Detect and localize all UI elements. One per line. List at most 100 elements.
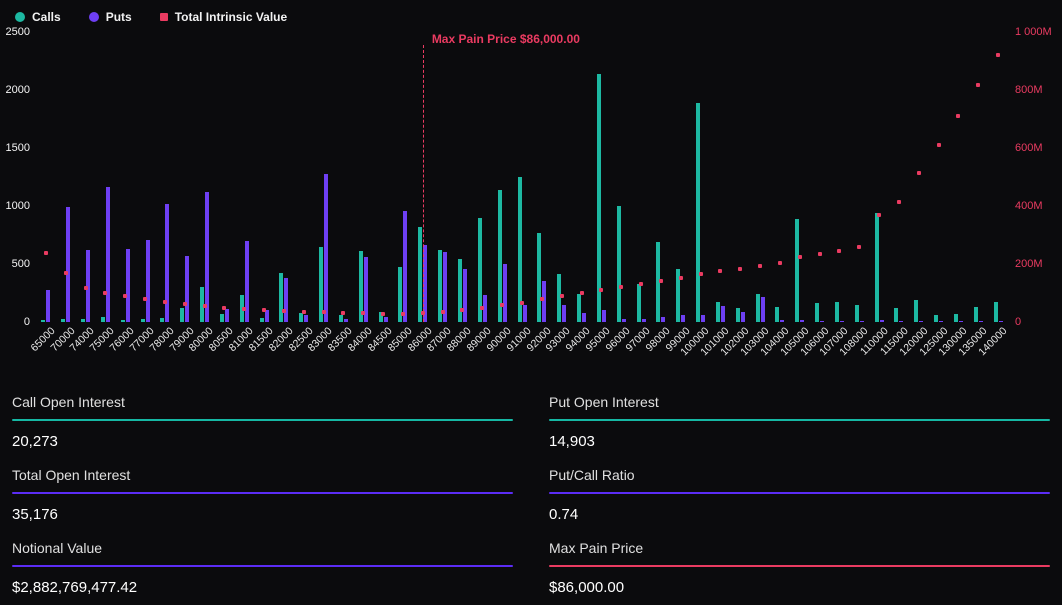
call-bar [220,314,224,322]
max-pain-line [423,45,424,322]
stat-label: Put/Call Ratio [549,467,1050,492]
call-bar [597,74,601,322]
left-axis-tick: 2000 [6,84,30,96]
legend-item-intrinsic[interactable]: Total Intrinsic Value [160,10,287,24]
stat-total-open-interest: Total Open Interest 35,176 [12,459,513,532]
call-bar [994,302,998,322]
call-bar [279,273,283,322]
call-bar [795,219,799,322]
x-axis: 6500070000740007500076000770007800079000… [36,322,1008,380]
left-axis-tick: 2500 [6,26,30,38]
intrinsic-dot [123,294,127,298]
stat-put-open-interest: Put Open Interest 14,903 [549,386,1050,459]
intrinsic-dot [361,311,365,315]
put-bar [582,313,586,322]
stats-grid: Call Open Interest 20,273 Put Open Inter… [0,380,1062,605]
put-bar [542,281,546,322]
right-axis-tick: 800M [1015,84,1043,96]
x-axis-row: 6500070000740007500076000770007800079000… [0,322,1062,380]
put-bar [463,269,467,322]
intrinsic-dot [699,272,703,276]
intrinsic-dot [718,269,722,273]
call-bar [835,302,839,322]
call-bar [894,308,898,322]
intrinsic-dot [560,294,564,298]
options-chart: 05001000150020002500 Max Pain Price $86,… [0,32,1062,322]
put-bar [403,211,407,322]
right-axis-tick: 1 000M [1015,26,1052,38]
stat-label: Notional Value [12,540,513,565]
intrinsic-dot [758,264,762,268]
intrinsic-dot [143,297,147,301]
call-bar [418,227,422,322]
call-bar [537,233,541,322]
right-axis-tick: 600M [1015,142,1043,154]
intrinsic-dot [163,300,167,304]
call-bar [934,315,938,322]
put-bar [741,312,745,322]
stat-value: 20,273 [12,421,513,450]
max-pain-dashboard: Calls Puts Total Intrinsic Value 0500100… [0,0,1062,605]
put-bar [46,290,50,322]
call-bar [577,294,581,322]
intrinsic-dot [322,310,326,314]
put-bar [66,207,70,322]
put-bar [205,192,209,322]
intrinsic-dot [441,310,445,314]
put-bar [146,240,150,322]
intrinsic-dot [401,312,405,316]
put-bar [523,305,527,322]
call-bar [299,313,303,322]
intrinsic-dot [837,249,841,253]
legend-puts-label: Puts [106,10,132,24]
put-bar [106,187,110,322]
call-bar [339,315,343,322]
intrinsic-dot [44,251,48,255]
stat-value: $2,882,769,477.42 [12,567,513,596]
max-pain-annotation: Max Pain Price $86,000.00 [432,32,580,46]
legend-item-calls[interactable]: Calls [15,10,61,24]
call-bar [756,294,760,322]
stat-value: 35,176 [12,494,513,523]
call-bar [974,307,978,322]
right-axis-tick: 400M [1015,200,1043,212]
call-bar [775,307,779,322]
intrinsic-dot [520,301,524,305]
intrinsic-dot [679,276,683,280]
call-bar [736,308,740,322]
intrinsic-dot [203,304,207,308]
stat-label: Max Pain Price [549,540,1050,565]
intrinsic-dot [956,114,960,118]
legend-item-puts[interactable]: Puts [89,10,132,24]
call-bar [180,308,184,322]
put-bar [761,297,765,322]
intrinsic-dot [778,261,782,265]
intrinsic-dot [937,143,941,147]
put-bar [185,256,189,322]
intrinsic-dot [818,252,822,256]
stat-value: 0.74 [549,494,1050,523]
put-bar [503,264,507,322]
put-bar [225,309,229,322]
intrinsic-dot [897,200,901,204]
put-bar [721,306,725,322]
put-bar [602,310,606,322]
call-bar [557,274,561,322]
stat-max-pain-price: Max Pain Price $86,000.00 [549,532,1050,605]
put-bar [126,249,130,322]
plot-area: Max Pain Price $86,000.00 [36,32,1008,322]
intrinsic-dot [599,288,603,292]
left-axis-tick: 1000 [6,200,30,212]
stat-value: 14,903 [549,421,1050,450]
put-bar [265,310,269,322]
intrinsic-dot [282,309,286,313]
intrinsic-dot [381,312,385,316]
intrinsic-dot [103,291,107,295]
put-bar [324,174,328,322]
put-bar [284,278,288,322]
call-bar [637,284,641,322]
legend-intrinsic-label: Total Intrinsic Value [175,10,287,24]
intrinsic-marker-icon [160,13,168,21]
intrinsic-dot [262,308,266,312]
call-bar [914,300,918,322]
